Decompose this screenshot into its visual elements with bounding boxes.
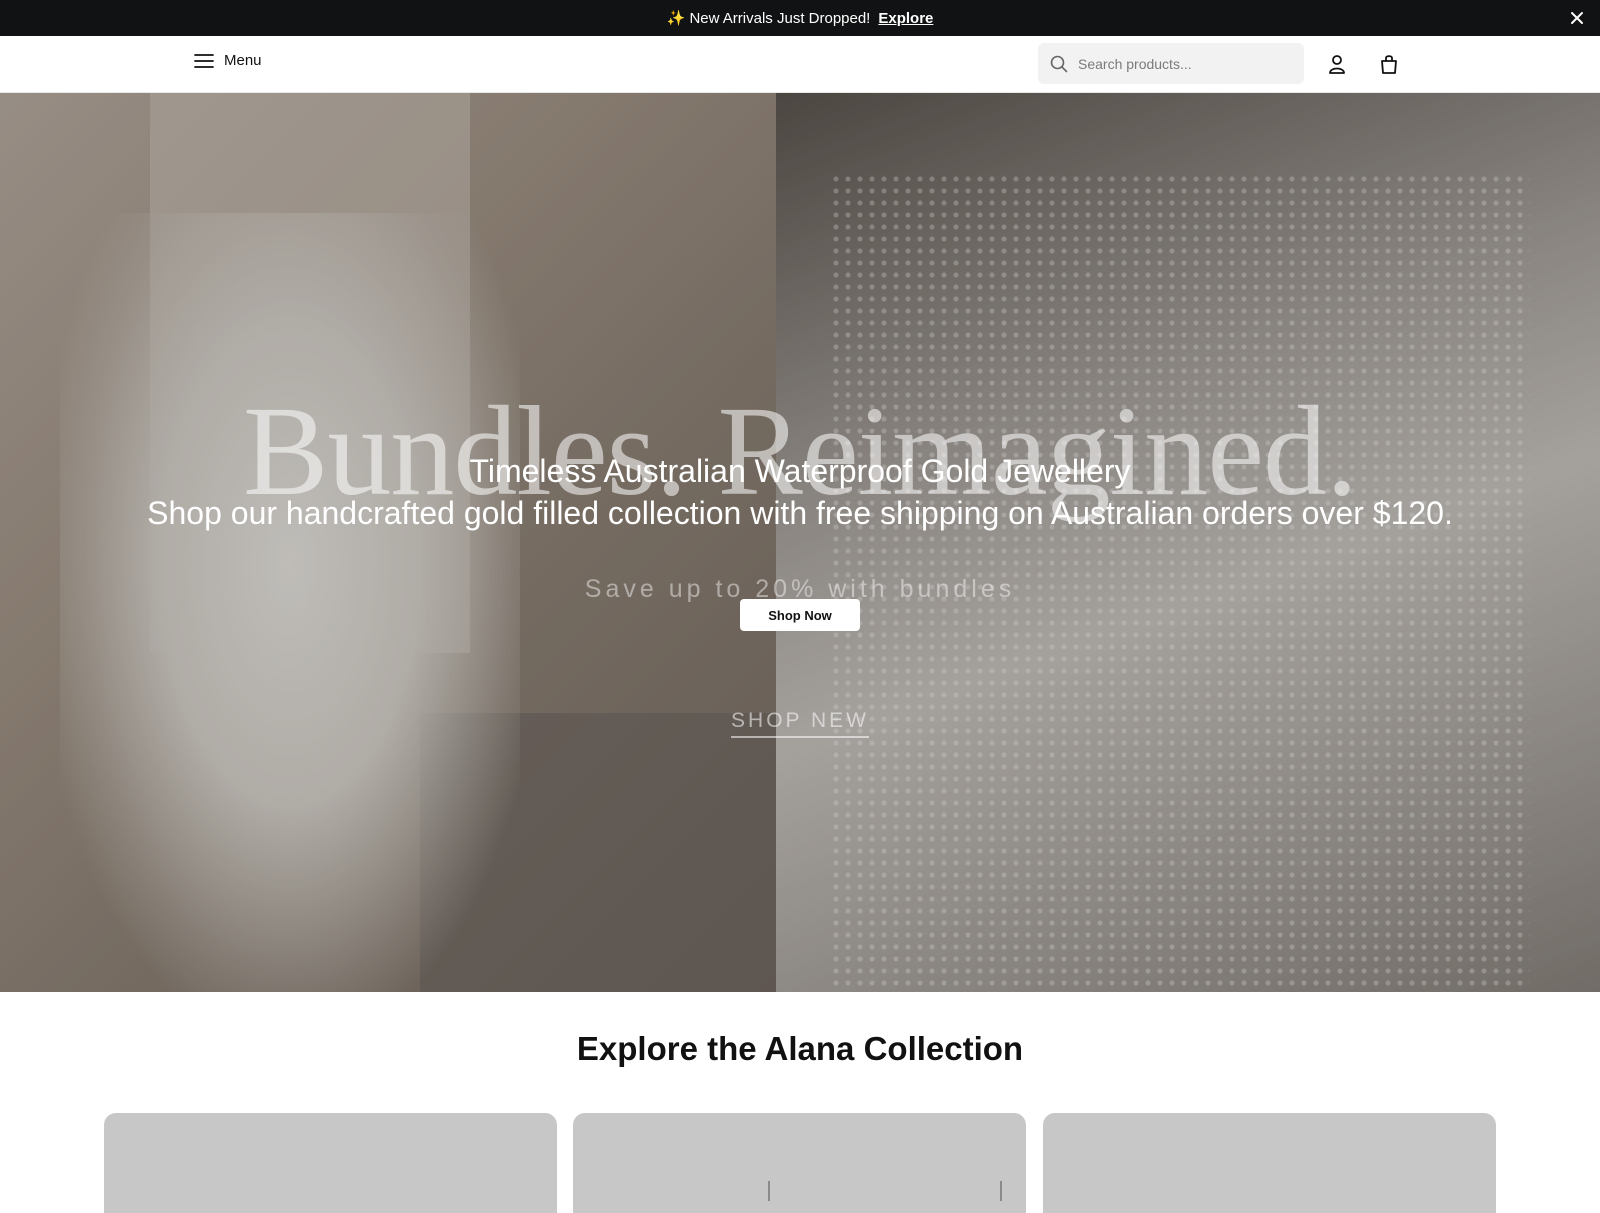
site-header: Menu: [0, 36, 1600, 93]
announcement-bar: ✨ New Arrivals Just Dropped! Explore: [0, 0, 1600, 36]
shop-new-link-wrap: SHOP NEW: [0, 709, 1600, 738]
necklace-chain-right: [1000, 1181, 1002, 1201]
hero-overlay: [0, 93, 1600, 992]
hero-title: Timeless Australian Waterproof Gold Jewe…: [469, 453, 1131, 489]
collection-card[interactable]: [104, 1113, 557, 1213]
menu-label: Menu: [224, 52, 262, 69]
collection-card[interactable]: [1043, 1113, 1496, 1213]
menu-button[interactable]: Menu: [194, 52, 262, 69]
menu-icon: [194, 53, 214, 68]
shop-now-button[interactable]: Shop Now: [740, 599, 860, 631]
close-icon[interactable]: [1568, 9, 1586, 27]
announcement-explore-link[interactable]: Explore: [878, 10, 933, 27]
search-input[interactable]: [1078, 55, 1278, 72]
necklace-chain-left: [768, 1181, 770, 1201]
hero-banner: Bundles. Reimagined. Timeless Australian…: [0, 93, 1600, 992]
search-icon: [1050, 55, 1068, 72]
shop-new-link[interactable]: SHOP NEW: [731, 709, 869, 738]
announcement-text: ✨ New Arrivals Just Dropped!: [666, 10, 871, 27]
hero-subtitle: Shop our handcrafted gold filled collect…: [147, 495, 1453, 531]
collection-card[interactable]: [573, 1113, 1026, 1213]
bag-icon[interactable]: [1378, 53, 1400, 75]
search-box[interactable]: [1038, 43, 1304, 84]
collection-title: Explore the Alana Collection: [576, 1030, 1024, 1067]
account-icon[interactable]: [1326, 53, 1348, 75]
